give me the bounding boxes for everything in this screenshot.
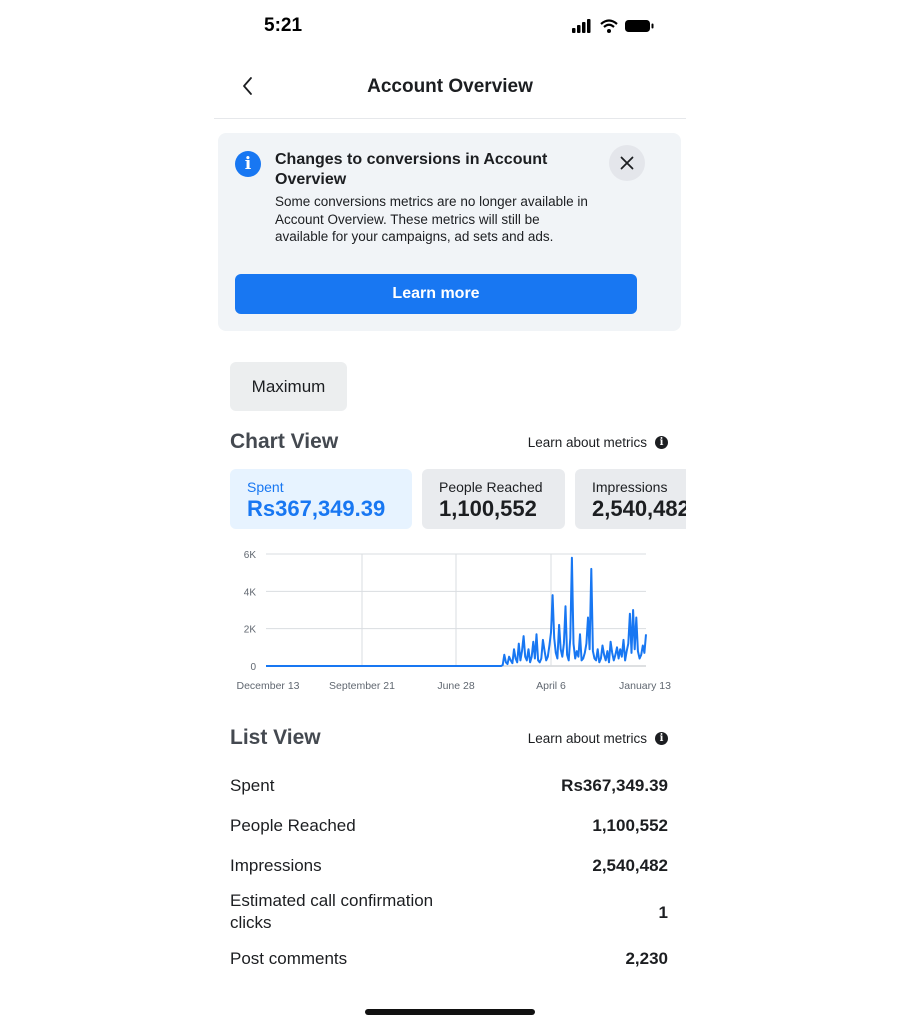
chart-view-title: Chart View (230, 430, 339, 453)
x-tick-label: April 6 (536, 680, 566, 692)
list-row-value: Rs367,349.39 (561, 776, 668, 795)
status-time: 5:21 (264, 15, 303, 36)
metric-card-people-reached[interactable]: People Reached 1,100,552 (422, 469, 565, 529)
list-row-value: 2,540,482 (592, 856, 668, 875)
date-range-button[interactable]: Maximum (230, 362, 347, 411)
list-view-title: List View (230, 726, 321, 749)
list-row-post-comments: Post comments 2,230 (230, 948, 668, 970)
metric-card-value: Rs367,349.39 (247, 496, 386, 521)
list-row-call-confirmation-clicks: Estimated call confirmation clicks 1 (230, 890, 668, 936)
home-indicator (365, 1009, 535, 1015)
status-icons (572, 18, 656, 34)
banner-title: Changes to conversions in Account Overvi… (275, 151, 548, 188)
spend-line-chart: 6K 4K 2K 0 December 13 September 21 June 28 Apr… (236, 550, 671, 692)
list-row-label: People Reached (230, 816, 356, 835)
metric-card-impressions[interactable]: Impressions 2,540,482 (575, 469, 686, 529)
page-title: Account Overview (367, 76, 533, 97)
x-tick-label: September 21 (329, 680, 395, 692)
list-row-impressions: Impressions 2,540,482 (230, 855, 668, 877)
metric-card-label: People Reached (439, 479, 543, 495)
metric-card-value: 2,540,482 (592, 496, 686, 521)
x-tick-label: January 13 (619, 680, 671, 692)
close-icon (620, 156, 634, 170)
list-row-spent: Spent Rs367,349.39 (230, 775, 668, 797)
info-icon: i (655, 436, 668, 449)
phone-screen: 5:21 Account Overview i Changes to conve… (214, 0, 686, 1024)
nav-header: Account Overview (214, 60, 686, 119)
signal-wifi-battery-icon (572, 19, 654, 33)
list-row-label: Spent (230, 776, 275, 795)
list-row-label: Estimated call confirmation clicks (230, 891, 434, 932)
chart-learn-about-metrics-link[interactable]: Learn about metrics i (528, 435, 668, 450)
y-tick-label: 0 (250, 662, 256, 673)
close-banner-button[interactable] (609, 145, 645, 181)
chart-learn-about-metrics-label: Learn about metrics (527, 435, 647, 450)
info-icon: i (235, 151, 261, 177)
list-row-value: 1,100,552 (592, 816, 668, 835)
list-row-label: Impressions (230, 856, 322, 875)
y-tick-label: 2K (244, 625, 257, 636)
banner-body: Some conversions metrics are no longer a… (275, 194, 588, 244)
learn-more-button[interactable]: Learn more (235, 274, 637, 314)
metric-card-label: Impressions (592, 479, 668, 495)
list-row-value: 1 (658, 903, 668, 922)
list-learn-about-metrics-link[interactable]: Learn about metrics i (528, 731, 668, 746)
list-row-people-reached: People Reached 1,100,552 (230, 815, 668, 837)
list-learn-about-metrics-label: Learn about metrics (527, 731, 647, 746)
metric-cards: Spent Rs367,349.39 People Reached 1,100,… (230, 469, 686, 529)
info-icon: i (655, 732, 668, 745)
metric-card-value: 1,100,552 (439, 496, 537, 521)
x-tick-label: June 28 (437, 680, 475, 692)
list-row-value: 2,230 (625, 949, 668, 968)
x-tick-label: December 13 (236, 680, 299, 692)
y-tick-label: 6K (244, 550, 257, 561)
status-bar: 5:21 (214, 0, 686, 54)
metric-card-label: Spent (247, 479, 284, 495)
metric-card-spent[interactable]: Spent Rs367,349.39 (230, 469, 412, 529)
conversions-notice-banner: i Changes to conversions in Account Over… (218, 133, 681, 331)
list-row-label: Post comments (230, 949, 348, 968)
y-tick-label: 4K (244, 587, 257, 598)
